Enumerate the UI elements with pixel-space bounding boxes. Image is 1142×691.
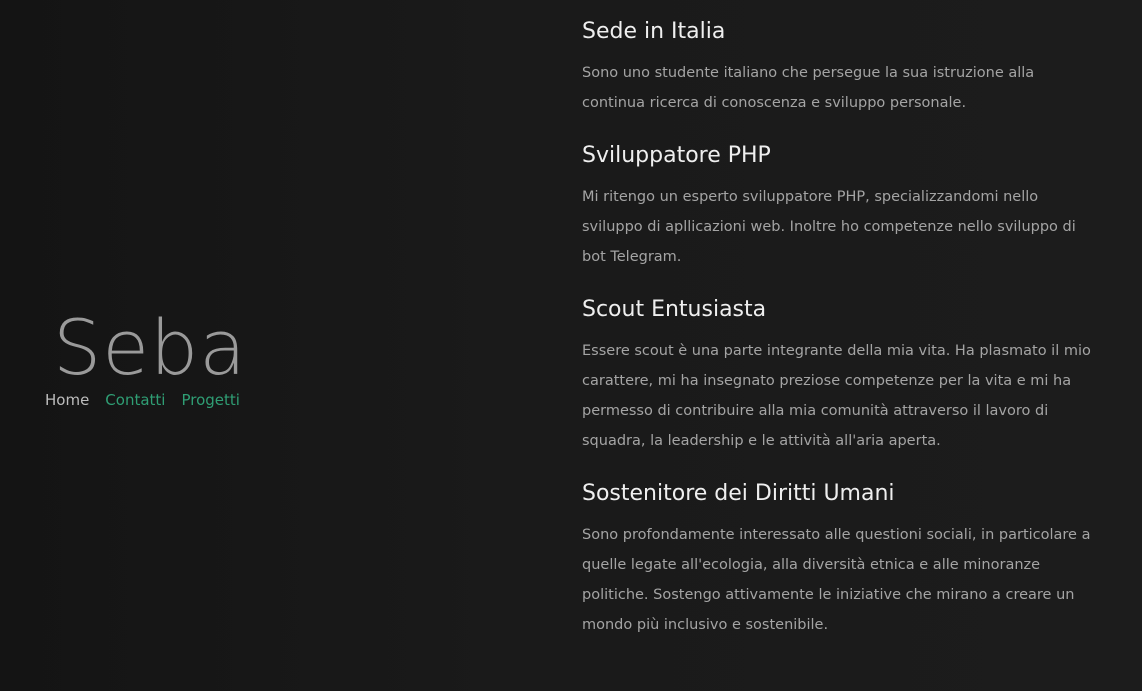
section-text: Essere scout è una parte integrante dell… [582, 343, 1091, 449]
section-text: Mi ritengo un esperto sviluppatore PHP, … [582, 189, 1076, 265]
section-title: Sviluppatore PHP [582, 143, 771, 168]
section-scout: Scout Entusiasta Essere scout è una part… [582, 294, 1092, 456]
section-diritti: Sostenitore dei Diritti Umani Sono profo… [582, 478, 1092, 640]
nav-link-progetti[interactable]: Progetti [181, 390, 239, 410]
main-nav: Home Contatti Progetti [45, 390, 365, 410]
section-sede: Sede in Italia Sono uno studente italian… [582, 16, 1092, 118]
section-text: Sono uno studente italiano che persegue … [582, 65, 1035, 111]
section-php: Sviluppatore PHP Mi ritengo un esperto s… [582, 140, 1092, 272]
section-title: Sede in Italia [582, 19, 726, 44]
section-text: Sono profondamente interessato alle ques… [582, 527, 1091, 633]
nav-link-home[interactable]: Home [45, 390, 89, 410]
section-title: Scout Entusiasta [582, 297, 767, 322]
about-content: Sede in Italia Sono uno studente italian… [582, 16, 1092, 662]
page: Seba Home Contatti Progetti Sede in Ital… [0, 0, 1142, 691]
brand-block: Seba Home Contatti Progetti [45, 310, 365, 410]
site-title: Seba [53, 303, 247, 392]
nav-link-contatti[interactable]: Contatti [105, 390, 165, 410]
section-title: Sostenitore dei Diritti Umani [582, 481, 895, 506]
